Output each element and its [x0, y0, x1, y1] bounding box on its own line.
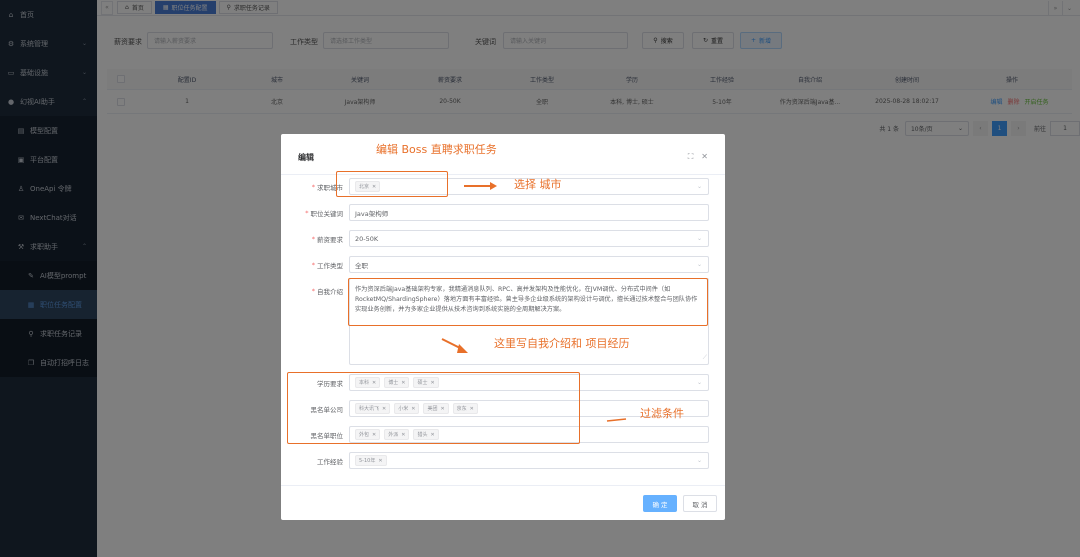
annotation-box-intro — [348, 278, 708, 326]
jobtype-label: * 工作类型 — [311, 260, 343, 270]
annotation-filter: 过滤条件 — [640, 407, 684, 420]
dialog-tools: ⛶ ✕ — [688, 152, 708, 162]
chevron-down-icon: ⌄ — [696, 183, 702, 190]
form-row-experience: 工作经验 5-10年 ✕ ⌄ — [281, 452, 725, 469]
experience-select[interactable]: 5-10年 ✕ ⌄ — [349, 452, 709, 469]
dialog-footer-divider — [281, 485, 725, 486]
jobtype-value: 全职 — [355, 261, 368, 270]
salary-value: 20-50K — [355, 234, 379, 243]
annotation-arrow-city — [464, 182, 497, 190]
annotation-box-filter — [287, 372, 580, 444]
close-icon[interactable]: ✕ — [701, 152, 708, 162]
tag: 5-10年 ✕ — [355, 455, 387, 466]
chevron-down-icon: ⌄ — [696, 261, 702, 268]
form-row-jobtype: * 工作类型 全职 ⌄ — [281, 256, 725, 273]
form-row-keyword: * 职位关键词 Java架构师 — [281, 204, 725, 221]
salary-select[interactable]: 20-50K ⌄ — [349, 230, 709, 247]
annotation-title: 编辑 Boss 直聘求职任务 — [376, 143, 497, 156]
keyword-input[interactable]: Java架构师 — [349, 204, 709, 221]
fullscreen-icon[interactable]: ⛶ — [688, 152, 694, 162]
jobtype-select[interactable]: 全职 ⌄ — [349, 256, 709, 273]
intro-label: * 自我介绍 — [311, 286, 343, 296]
chevron-down-icon: ⌄ — [696, 235, 702, 242]
resize-handle-icon[interactable]: ⟋ — [703, 353, 707, 363]
salary-label: * 薪资要求 — [311, 234, 343, 244]
confirm-button[interactable]: 确 定 — [643, 495, 677, 512]
chevron-down-icon: ⌄ — [696, 379, 702, 386]
chevron-down-icon: ⌄ — [696, 457, 702, 464]
experience-label: 工作经验 — [317, 457, 343, 466]
dialog-title: 编辑 — [298, 153, 314, 162]
form-row-salary: * 薪资要求 20-50K ⌄ — [281, 230, 725, 247]
keyword-label: * 职位关键词 — [305, 208, 343, 218]
cancel-button[interactable]: 取 消 — [683, 495, 717, 512]
annotation-box-city — [336, 171, 448, 197]
annotation-arrow-filter — [606, 418, 627, 422]
annotation-arrow-intro — [441, 338, 468, 353]
annotation-city: 选择 城市 — [514, 178, 562, 191]
tag-close-icon[interactable]: ✕ — [378, 458, 382, 464]
annotation-intro: 这里写自我介绍和 项目经历 — [494, 337, 630, 350]
